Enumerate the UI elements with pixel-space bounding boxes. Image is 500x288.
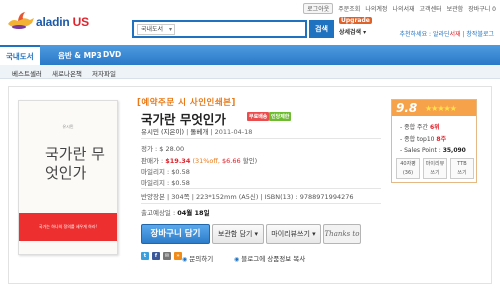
tab-dvd[interactable]: DVD [103,50,121,59]
logo-us: US [72,15,89,29]
short-review-button[interactable]: 40자평 (36) [396,158,420,179]
mileage-label-2: 마일리지 : [141,179,172,187]
purchase-limit-badge: 인당제한 [269,112,292,121]
publisher-link[interactable]: 돌베개 [190,128,208,136]
subnav-new-books[interactable]: 새로나온책 [52,68,82,78]
sale-price-label: 판매가 : [141,157,166,165]
logout-link[interactable]: 로그아웃 [303,3,334,14]
recommend-highlight: 서재 [449,31,461,38]
divider [141,138,381,139]
facebook-icon[interactable]: f [152,252,160,260]
sales-point-value: 35,090 [442,147,466,154]
ship-label: 출고예상일 : [141,209,178,217]
upgrade-badge: Upgrade [339,17,372,24]
mileage-label-1: 마일리지 : [141,168,172,176]
discount-rate: (31%off, [192,157,220,165]
shipping-estimate: 출고예상일 : 04월 18일 [141,207,210,217]
customer-center-link[interactable]: 고객센터 [420,4,442,13]
top10-label: 종합 top10 [404,136,437,143]
weekly-rank-value: 6위 [429,124,440,131]
add-to-cart-button[interactable]: 장바구니 담기 [141,224,210,244]
twitter-icon[interactable]: t [141,252,149,260]
genie-lamp-icon [8,12,34,29]
book-meta: 유시민 (지은이) | 돌베개 | 2011-04-18 [141,128,253,136]
top-links: 로그아웃 주문조회 나의계정 나의서재 고객센터 보관함 장바구니 0 [303,3,496,14]
my-library-link[interactable]: 나의서재 [392,4,414,13]
list-price-label: 정가 : [141,145,160,153]
discount-amount: $6.66 [222,157,241,165]
cover-author: 유시민 [62,124,74,129]
share-icons: t f ✉ » [141,250,185,262]
blog-copy-link[interactable]: 블로그에 상품정보 복사 [234,253,305,263]
ttb-button[interactable]: TTB 쓰기 [450,158,474,179]
search-button[interactable]: 검색 [309,20,334,38]
logo-wordmark: aladin US [36,15,89,29]
publish-date: 2011-04-18 [214,128,253,136]
search-category-select[interactable]: 국내도서 [137,24,175,35]
my-review-label: 마이리뷰 [425,161,445,167]
sales-point-label: - Sales Point : [400,147,443,154]
subnav-author-file[interactable]: 저자파일 [92,68,116,78]
author-link[interactable]: 유시민 (지은이) [141,128,184,136]
book-specs: 반양장본 | 304쪽 | 223*152mm (A5신) | ISBN(13)… [141,193,354,201]
short-review-label: 40자평 [400,161,416,167]
order-lookup-link[interactable]: 주문조회 [338,4,360,13]
mileage-value-2: $0.58 [171,179,190,187]
cover-title: 국가란 무엇인가 [45,145,105,182]
recommend-suffix: | 창작블로그 [460,31,494,38]
rating-box: 9.8 ★★★★★ 종합 주간 6위 종합 top10 8주 - Sales P… [391,99,477,183]
top10-weeks: 종합 top10 8주 [400,134,446,143]
divider [141,203,381,204]
rating-header: 9.8 ★★★★★ [392,100,476,116]
recommend-links[interactable]: 추천하세요 : 알라딘서재 | 창작블로그 [400,29,494,38]
sale-price-row: 판매가 : $19.34 (31%off, $6.66 할인) [141,155,257,165]
logo-brand: aladin [36,15,70,29]
write-review-button[interactable]: 마이리뷰쓰기 ▾ [266,224,321,244]
sale-price-value: $19.34 [165,157,191,165]
ttb-label: TTB [457,161,467,167]
recommend-prefix: 추천하세요 : 알라딘 [399,31,450,38]
cover-band-text: 국가는 하나의 정의를 세우게 하라! [38,224,98,229]
list-price-value: $ 28.00 [159,145,185,153]
wishlist-link[interactable]: 보관함 [447,4,464,13]
inquiry-link[interactable]: 문의하기 [182,253,213,263]
sales-point: - Sales Point : 35,090 [400,147,466,154]
free-shipping-badge: 무료배송 [247,112,270,121]
my-review-sub: 쓰기 [430,170,440,176]
search-box: 국내도서 [132,20,307,38]
email-icon[interactable]: ✉ [163,252,171,260]
my-review-button[interactable]: 마이리뷰 쓰기 [423,158,447,179]
star-rating-icon: ★★★★★ [425,104,457,113]
rating-score: 9.8 [396,101,418,115]
rss-icon[interactable]: » [174,252,182,260]
thanks-to-button[interactable]: Thanks to [323,224,361,244]
book-cover[interactable]: 유시민 국가란 무엇인가 국가는 하나의 정의를 세우게 하라! [18,100,118,255]
tab-domestic-books[interactable]: 국내도서 [0,45,40,65]
cover-band: 국가는 하나의 정의를 세우게 하라! [19,213,117,241]
divider [141,188,381,189]
mileage-row-2: 마일리지 : $0.58 [141,177,190,187]
aladin-logo[interactable]: aladin US [6,6,102,34]
tab-music-mp3[interactable]: 음반 & MP3 [58,50,102,61]
rating-buttons: 40자평 (36) 마이리뷰 쓰기 TTB 쓰기 [396,158,474,179]
search-input[interactable] [180,23,304,36]
my-account-link[interactable]: 나의계정 [365,4,387,13]
mileage-row-1: 마일리지 : $0.58 [141,166,190,176]
ttb-sub: 쓰기 [457,170,467,176]
weekly-rank-label: 종합 주간 [404,124,430,131]
list-price-row: 정가 : $ 28.00 [141,143,184,153]
weekly-rank: 종합 주간 6위 [400,122,440,131]
add-to-wishlist-button[interactable]: 보관함 담기 ▾ [212,224,264,244]
preorder-label: [예약주문 시 사인인쇄본] [137,98,236,108]
mileage-value-1: $0.58 [171,168,190,176]
detail-search-link[interactable]: 상세검색 ▾ [339,27,366,36]
sub-nav: 베스트셀러 새로나온책 저자파일 [0,65,500,79]
top10-value: 8주 [436,136,447,143]
short-review-count: (36) [402,170,414,176]
ship-date: 04월 18일 [177,209,210,217]
main-nav: 국내도서 음반 & MP3 DVD [0,45,500,65]
cart-link[interactable]: 장바구니 0 [468,4,496,13]
discount-suffix: 할인) [242,157,258,165]
subnav-bestseller[interactable]: 베스트셀러 [12,68,42,78]
